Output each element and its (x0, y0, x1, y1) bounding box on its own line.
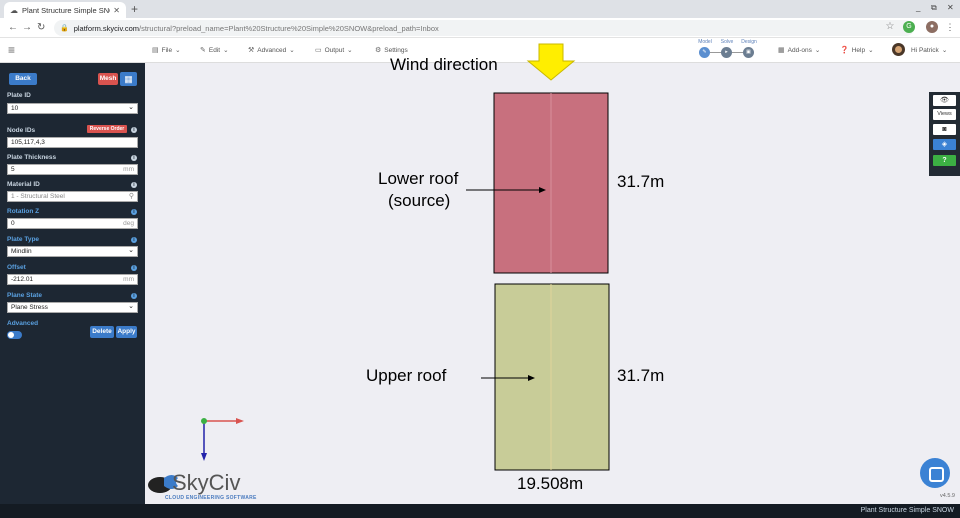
z-axis-icon (201, 418, 207, 424)
camera-icon[interactable]: ◙ (933, 124, 956, 135)
upper-roof-length-dimension: 31.7m (617, 366, 665, 385)
chat-support-button[interactable] (920, 458, 950, 488)
wind-direction-label: Wind direction (390, 55, 498, 74)
lower-roof-length-dimension: 31.7m (617, 172, 665, 191)
help-icon[interactable]: ? (933, 155, 956, 166)
views-button[interactable]: Views (933, 109, 956, 120)
roof-width-dimension: 19.508m (517, 474, 584, 493)
lower-roof-source-label: (source) (388, 191, 451, 210)
cube-icon[interactable]: ◈ (933, 139, 956, 150)
project-name: Plant Structure Simple SNOW (860, 507, 954, 514)
upper-roof-plate[interactable] (494, 283, 610, 471)
eye-icon[interactable]: 👁 (933, 95, 956, 106)
upper-roof-label: Upper roof (366, 366, 447, 385)
wind-arrow-icon (526, 43, 576, 81)
skyciv-logo-text: SkyCiv (172, 470, 241, 495)
status-bar: Plant Structure Simple SNOW (0, 504, 960, 518)
viewport-drawing (148, 43, 610, 493)
version-label: v4.5.9 (940, 493, 955, 499)
lower-roof-label: Lower roof (378, 169, 459, 188)
skyciv-tagline: CLOUD ENGINEERING SOFTWARE (165, 495, 257, 501)
